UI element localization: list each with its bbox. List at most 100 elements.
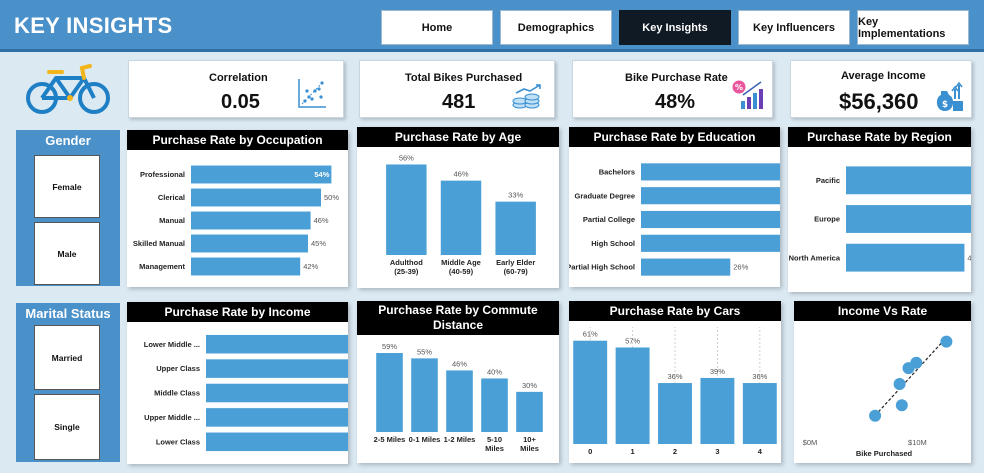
slicer-item-married[interactable]: Married [34,325,100,390]
income-bar[interactable] [206,334,348,354]
education-category-label: Bachelors [599,168,635,177]
chart-age: Purchase Rate by Age 56% Adulthod (25-39) 4… [357,127,559,288]
nav-key-implementations-button[interactable]: Key Implementations [857,10,969,45]
commute-bar[interactable] [411,358,438,432]
scatter-icon [298,79,326,108]
income-bar[interactable] [206,408,348,427]
commute-category-label: 10+ [523,435,536,444]
age-bar[interactable] [440,180,482,255]
cars-bar[interactable] [700,377,735,444]
kpi-purchase-rate-value: 48% [655,91,696,113]
cars-value-label: 39% [710,367,725,376]
region-bar[interactable] [846,243,965,272]
nav-key-insights-button[interactable]: Key Insights [619,10,731,45]
gender-slicer-title: Gender [45,133,91,148]
commute-category-label: 2-5 Miles [374,435,406,444]
cars-category-label: 3 [715,447,719,456]
income-bar[interactable] [206,359,348,378]
age-bar[interactable] [386,164,427,255]
commute-bar[interactable] [376,353,403,432]
incomerate-point[interactable] [893,378,906,390]
occupation-category-label: Management [139,262,185,271]
nav-home-button[interactable]: Home [381,10,493,45]
kpi-total-bikes-label: Total Bikes Purchased [405,72,523,84]
kpi-average-income-label: Average Income [841,70,926,82]
incomerate-point[interactable] [869,409,882,422]
occupation-bar[interactable] [191,188,321,207]
occupation-category-label: Skilled Manual [133,239,185,248]
header-bar: KEY INSIGHTS Home Demographics Key Insig… [0,0,984,52]
money-bag-icon: $ [936,81,963,111]
occupation-bar[interactable] [191,211,311,230]
cars-bar[interactable] [658,383,692,444]
education-bar[interactable] [641,234,780,252]
cars-bar[interactable] [573,340,608,444]
education-category-label: Graduate Degree [575,191,635,200]
marital-status-slicer: Marital Status Married Single [16,303,120,462]
commute-value-label: 59% [382,342,397,351]
svg-text:$: $ [942,100,948,110]
education-category-label: High School [591,239,635,248]
incomerate-point[interactable] [940,335,953,348]
chart-cars: Purchase Rate by Cars 61% 0 57% 1 36% 2 39% 3 36… [569,301,781,463]
incomerate-point[interactable] [895,399,908,412]
occupation-bar[interactable] [191,257,301,276]
cars-value-label: 57% [625,336,640,345]
cars-category-label: 1 [631,447,635,456]
incomerate-xlabel: Bike Purchased [856,449,913,458]
age-bar[interactable] [495,201,536,255]
commute-value-label: 30% [522,381,537,390]
gender-slicer: Gender Female Male [16,130,120,286]
commute-bar[interactable] [481,378,508,432]
kpi-purchase-rate: Bike Purchase Rate 48% % [572,60,773,118]
incomerate-xtick: $0M [803,438,818,447]
commute-bar[interactable] [446,370,473,432]
occupation-category-label: Clerical [158,193,185,202]
chart-region: Purchase Rate by Region Pacific59%Europe… [788,127,971,292]
cars-bar[interactable] [615,347,650,444]
kpi-average-income-value: $56,360 [839,89,919,114]
svg-text:%: % [735,83,743,92]
chart-education: Purchase Rate by Education Bachelors55%G… [569,127,780,287]
region-category-label: North America [789,253,841,262]
occupation-value-label: 50% [324,193,339,202]
nav-key-influencers-button[interactable]: Key Influencers [738,10,850,45]
commute-bar[interactable] [516,391,543,432]
income-bar[interactable] [206,432,348,452]
income-category-label: Lower Class [156,437,200,446]
occupation-bar[interactable] [191,234,308,253]
commute-category-label: 0-1 Miles [409,435,441,444]
education-bar[interactable] [641,163,780,181]
education-bar[interactable] [641,210,780,229]
age-value-label: 46% [453,170,468,179]
education-category-label: Partial High School [569,263,635,272]
age-value-label: 33% [508,191,523,200]
cars-category-label: 4 [758,447,763,456]
age-category-label: Middle Age [441,258,481,267]
commute-value-label: 55% [417,347,432,356]
occupation-category-label: Manual [159,216,185,225]
region-category-label: Pacific [816,176,840,185]
education-bar[interactable] [641,187,780,205]
slicer-item-female[interactable]: Female [34,155,100,218]
region-bar[interactable] [846,205,971,233]
cars-bar[interactable] [742,383,777,444]
percent-chart-icon: % [732,80,763,109]
education-bar[interactable] [641,258,731,276]
nav-demographics-button[interactable]: Demographics [500,10,612,45]
education-value-label: 26% [733,263,748,272]
income-bar[interactable] [206,383,348,403]
incomerate-point[interactable] [910,356,923,369]
occupation-bar[interactable] [191,165,332,184]
kpi-correlation-label: Correlation [209,72,268,84]
occupation-value-label: 54% [314,170,329,179]
kpi-average-income: Average Income $56,360 $ [790,60,972,118]
occupation-value-label: 45% [311,239,326,248]
slicer-item-male[interactable]: Male [34,222,100,285]
slicer-item-single[interactable]: Single [34,394,100,460]
income-category-label: Middle Class [154,389,200,398]
region-bar[interactable] [846,166,971,195]
income-category-label: Upper Class [156,364,200,373]
kpi-correlation-value: 0.05 [221,91,260,113]
kpi-total-bikes-value: 481 [442,91,476,113]
